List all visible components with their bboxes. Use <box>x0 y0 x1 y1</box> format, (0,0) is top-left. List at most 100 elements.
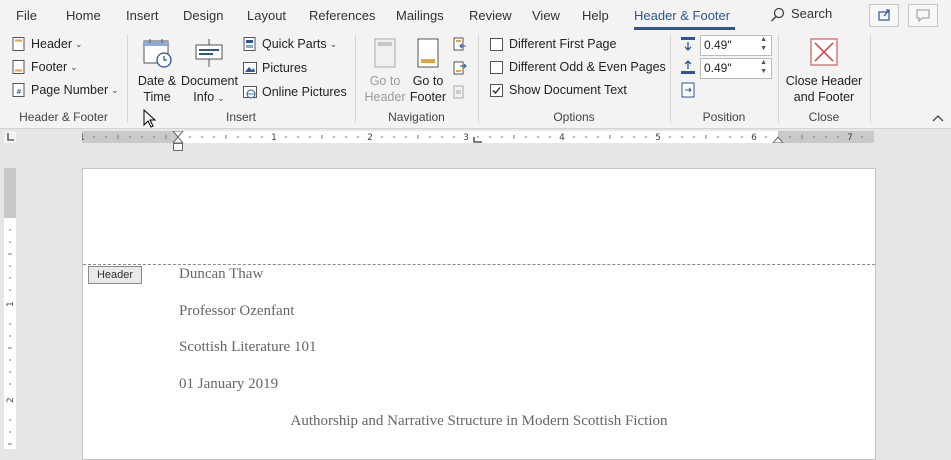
vertical-ruler[interactable]: 1 2 <box>4 168 16 449</box>
group-label-insert: Insert <box>225 110 256 124</box>
tab-file[interactable]: File <box>16 8 37 23</box>
document-info-icon <box>195 39 223 67</box>
different-odd-even-checkbox[interactable]: Different Odd & Even Pages <box>490 60 666 74</box>
comment-icon <box>916 9 930 23</box>
share-button[interactable] <box>869 4 899 27</box>
close-header-footer-button[interactable]: Close Header and Footer <box>784 37 864 105</box>
tab-view[interactable]: View <box>532 8 560 23</box>
ruler-number: 4 <box>559 133 565 143</box>
different-first-page-label: Different First Page <box>509 37 617 51</box>
quick-parts-button[interactable]: Quick Parts ⌄ <box>243 37 337 51</box>
header-boundary-line <box>83 264 875 265</box>
document-info-label-1: Document <box>181 74 238 88</box>
spin-up-icon[interactable]: ▲ <box>760 59 767 66</box>
ruler-number: 1 <box>271 133 277 143</box>
doc-title[interactable]: Authorship and Narrative Structure in Mo… <box>83 413 875 430</box>
pictures-button[interactable]: Pictures <box>243 61 307 75</box>
online-pictures-icon <box>243 86 257 99</box>
header-position-input[interactable]: 0.49" ▲ ▼ <box>700 35 772 56</box>
tab-layout[interactable]: Layout <box>247 8 286 23</box>
ruler-number: 2 <box>367 133 373 143</box>
comments-button[interactable] <box>908 4 938 27</box>
header-button[interactable]: Header ⌄ <box>12 37 83 51</box>
tab-header-footer[interactable]: Header & Footer <box>634 8 730 23</box>
mouse-cursor-icon <box>143 109 157 128</box>
pictures-icon <box>243 62 257 74</box>
search-box[interactable]: Search <box>770 6 832 22</box>
spin-up-icon[interactable]: ▲ <box>760 36 767 43</box>
doc-line-professor[interactable]: Professor Ozenfant <box>179 303 294 320</box>
document-info-button[interactable]: Document Info ⌄ <box>181 37 238 106</box>
page-number-label: Page Number <box>31 83 109 97</box>
tab-home[interactable]: Home <box>66 8 101 23</box>
group-label-navigation: Navigation <box>388 110 445 124</box>
ruler-number: 1 <box>82 133 85 143</box>
show-document-text-checkbox[interactable]: Show Document Text <box>490 83 627 97</box>
chevron-down-icon: ⌄ <box>329 38 338 49</box>
doc-line-author[interactable]: Duncan Thaw <box>179 266 263 283</box>
collapse-ribbon-icon[interactable] <box>932 113 944 123</box>
horizontal-ruler[interactable]: 1 1 2 3 4 5 6 7 <box>82 131 874 143</box>
date-time-label-2: Time <box>143 90 171 104</box>
tab-mailings[interactable]: Mailings <box>396 8 444 23</box>
date-time-button[interactable]: Date & Time <box>135 37 179 105</box>
footer-position-input[interactable]: 0.49" ▲ ▼ <box>700 58 772 79</box>
header-button-label: Header <box>31 37 72 51</box>
right-indent-marker[interactable] <box>772 136 784 143</box>
left-tab-icon <box>7 133 14 141</box>
vertical-ruler-ticks: 1 2 <box>6 229 16 445</box>
left-indent-box[interactable] <box>173 143 183 151</box>
link-to-previous-icon[interactable] <box>453 85 467 99</box>
ruler-number: 1 <box>6 301 16 307</box>
go-to-header-icon <box>374 38 396 68</box>
tab-insert[interactable]: Insert <box>126 8 159 23</box>
date-time-label-1: Date & <box>137 74 177 88</box>
document-info-label-2: Info ⌄ <box>193 90 225 104</box>
first-line-indent-marker[interactable] <box>172 131 184 138</box>
menu-bar: File Home Insert Design Layout Reference… <box>0 0 951 31</box>
tab-references[interactable]: References <box>309 8 375 23</box>
close-icon <box>810 38 838 66</box>
ruler-number: 7 <box>847 133 853 143</box>
go-to-footer-icon <box>417 38 439 68</box>
tab-help[interactable]: Help <box>582 8 609 23</box>
previous-section-icon[interactable] <box>453 37 467 51</box>
share-icon <box>878 9 890 21</box>
tab-review[interactable]: Review <box>469 8 512 23</box>
spin-down-icon[interactable]: ▼ <box>760 68 767 75</box>
checkbox-unchecked <box>490 60 503 74</box>
tab-design[interactable]: Design <box>183 8 223 23</box>
document-page[interactable]: Header Duncan Thaw Professor Ozenfant Sc… <box>82 168 876 460</box>
svg-text:#: # <box>16 88 22 96</box>
footer-from-bottom-icon <box>681 60 695 74</box>
header-tag: Header <box>88 266 142 284</box>
doc-line-date[interactable]: 01 January 2019 <box>179 376 278 393</box>
footer-position-value: 0.49" <box>704 61 732 75</box>
ruler-ticks: 1 1 2 3 4 5 6 7 <box>82 131 863 143</box>
close-label-2: and Footer <box>793 90 855 104</box>
header-icon <box>12 37 25 51</box>
go-to-header-label-2: Header <box>364 90 406 104</box>
online-pictures-button[interactable]: Online Pictures <box>243 85 347 99</box>
different-first-page-checkbox[interactable]: Different First Page <box>490 37 616 51</box>
footer-button-label: Footer <box>31 60 68 74</box>
page-number-icon: # <box>12 83 25 97</box>
checkbox-checked <box>490 83 503 97</box>
go-to-footer-label-1: Go to <box>412 74 444 88</box>
go-to-footer-button[interactable]: Go to Footer <box>408 37 448 105</box>
checkbox-unchecked <box>490 37 503 51</box>
footer-button[interactable]: Footer ⌄ <box>12 60 78 74</box>
ruler-number: 3 <box>463 133 469 143</box>
go-to-header-button[interactable]: Go to Header <box>364 37 406 105</box>
spin-down-icon[interactable]: ▼ <box>760 45 767 52</box>
pictures-label: Pictures <box>262 61 308 75</box>
active-tab-indicator <box>634 27 735 30</box>
doc-line-course[interactable]: Scottish Literature 101 <box>179 339 316 356</box>
online-pictures-label: Online Pictures <box>262 85 347 99</box>
tab-selector[interactable] <box>4 131 16 143</box>
insert-alignment-tab-icon[interactable] <box>680 82 696 98</box>
group-separator <box>870 35 871 123</box>
next-section-icon[interactable] <box>453 61 467 75</box>
group-label-header-footer: Header & Footer <box>19 110 108 124</box>
page-number-button[interactable]: # Page Number ⌄ <box>12 83 119 97</box>
